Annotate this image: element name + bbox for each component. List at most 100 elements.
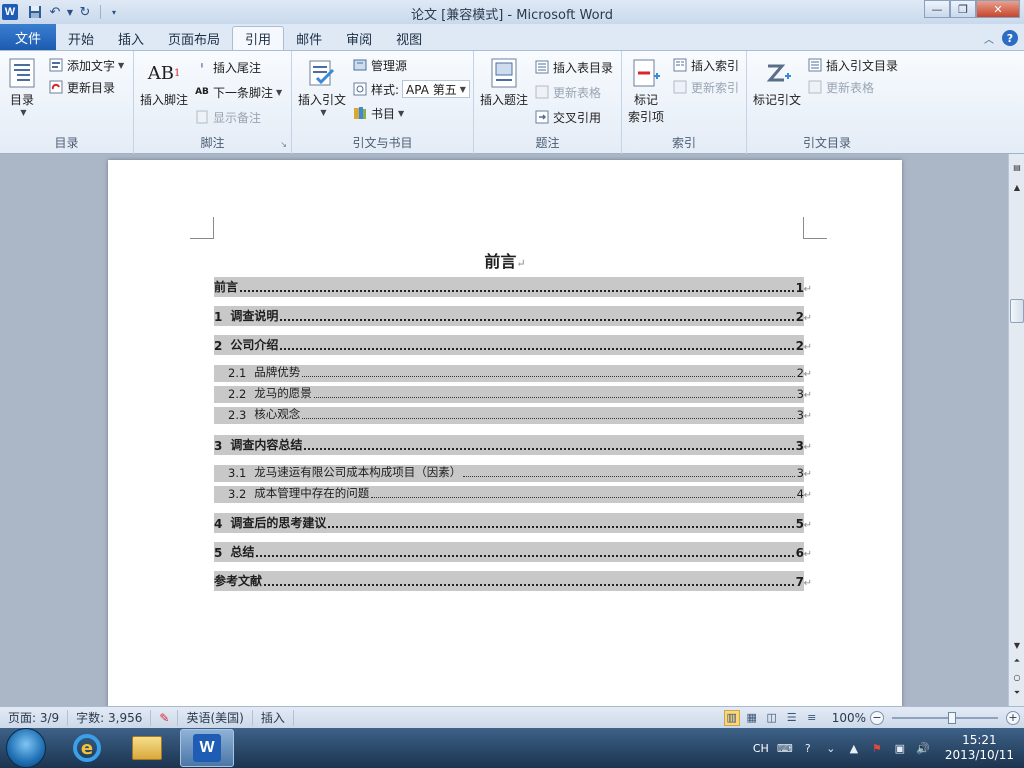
zoom-out-button[interactable]: − <box>870 710 884 725</box>
language-indicator[interactable]: 英语(美国) <box>178 709 253 726</box>
save-icon[interactable] <box>26 3 44 21</box>
taskbar-explorer[interactable] <box>120 729 174 767</box>
tab-file[interactable]: 文件 <box>0 24 56 50</box>
draft-view-icon[interactable]: ≡ <box>804 710 820 726</box>
tab-page-layout[interactable]: 页面布局 <box>156 26 232 50</box>
help-icon[interactable]: ? <box>1002 30 1018 46</box>
insert-toa-button[interactable]: 插入引文目录 <box>807 55 898 75</box>
close-button[interactable]: ✕ <box>976 0 1020 18</box>
footnote-dialog-launcher-icon[interactable]: ↘ <box>280 140 287 149</box>
insert-citation-button[interactable]: 插入引文 ▼ <box>298 57 346 117</box>
insert-mode-indicator[interactable]: 插入 <box>253 709 294 726</box>
next-footnote-button[interactable]: AB 下一条脚注 ▼ <box>194 82 282 102</box>
start-button[interactable] <box>6 728 46 768</box>
browse-object-icon[interactable]: ○ <box>1010 670 1024 684</box>
paragraph-mark: ↵ <box>803 411 812 422</box>
bibliography-button[interactable]: 书目 ▼ <box>352 103 404 123</box>
zoom-in-button[interactable]: + <box>1006 710 1020 725</box>
customize-toolbar-icon[interactable]: ▾ <box>105 3 123 21</box>
toc-entry[interactable]: 2.1 品牌优势 2 ↵ <box>214 365 812 382</box>
collapse-ribbon-icon[interactable]: ︿ <box>984 31 994 46</box>
tab-insert[interactable]: 插入 <box>106 26 156 50</box>
toc-entry[interactable]: 参考文献 7 ↵ <box>214 571 812 591</box>
tab-home[interactable]: 开始 <box>56 26 106 50</box>
taskbar-ie[interactable]: e <box>60 729 114 767</box>
mark-entry-button[interactable]: 标记 索引项 <box>628 57 664 125</box>
manage-sources-button[interactable]: 管理源 <box>352 55 407 75</box>
tab-mailings[interactable]: 邮件 <box>284 26 334 50</box>
toc-entry[interactable]: 2.2 龙马的愿景 3 ↵ <box>214 386 812 403</box>
insert-endnote-button[interactable]: ⁱ 插入尾注 <box>194 57 261 77</box>
proofing-status[interactable]: ✎ <box>151 709 179 726</box>
update-toc-button[interactable]: 更新目录 <box>48 77 115 97</box>
toc-leader-dots <box>328 526 794 528</box>
ime-indicator[interactable]: CH <box>753 742 769 755</box>
show-hidden-icons[interactable]: ▲ <box>847 741 861 755</box>
next-page-icon[interactable]: ⏷ <box>1010 686 1024 700</box>
insert-caption-button[interactable]: 插入题注 <box>480 57 528 108</box>
style-dropdown[interactable]: APA 第五 ▼ <box>402 80 470 98</box>
toc-entry[interactable]: 5 总结 6 ↵ <box>214 542 812 562</box>
ruler-toggle-icon[interactable]: ▤ <box>1010 160 1024 174</box>
undo-dropdown-icon[interactable]: ▼ <box>66 3 74 21</box>
minimize-button[interactable]: — <box>924 0 950 18</box>
scrollbar-thumb[interactable] <box>1010 299 1024 323</box>
toc-entry[interactable]: 4 调查后的思考建议 5 ↵ <box>214 513 812 533</box>
previous-page-icon[interactable]: ⏶ <box>1010 654 1024 668</box>
word-app-icon[interactable]: W <box>2 4 18 20</box>
toc-entry[interactable]: 1 调查说明 2 ↵ <box>214 306 812 326</box>
toc-entry[interactable]: 3.2 成本管理中存在的问题 4 ↵ <box>214 486 812 503</box>
network-icon[interactable]: ▣ <box>893 741 907 755</box>
undo-icon[interactable]: ↶ <box>46 3 64 21</box>
scroll-up-icon[interactable]: ▲ <box>1010 180 1024 194</box>
show-notes-button[interactable]: 显示备注 <box>194 107 261 127</box>
keyboard-icon[interactable]: ⌨ <box>777 741 793 755</box>
print-layout-view-icon[interactable]: ▥ <box>723 709 740 726</box>
insert-index-button[interactable]: 插入索引 <box>672 55 739 75</box>
help-tray-icon[interactable]: ? <box>801 741 815 755</box>
page-count[interactable]: 页面: 3/9 <box>0 709 69 726</box>
style-selector[interactable]: 样式: APA 第五 ▼ <box>352 79 470 99</box>
add-text-button[interactable]: 添加文字 ▼ <box>48 55 124 75</box>
cross-reference-button[interactable]: 交叉引用 <box>534 107 601 127</box>
toc-entry-number: 5 <box>214 546 223 560</box>
tab-view[interactable]: 视图 <box>384 26 434 50</box>
redo-icon[interactable]: ↻ <box>76 3 94 21</box>
clock[interactable]: 15:21 2013/10/11 <box>945 733 1014 763</box>
scroll-down-icon[interactable]: ▼ <box>1010 638 1024 652</box>
toc-entry[interactable]: 前言 1 ↵ <box>214 277 812 297</box>
cross-reference-label: 交叉引用 <box>553 110 602 125</box>
quick-access-toolbar: W ↶ ▼ ↻ ▾ <box>0 0 125 24</box>
insert-table-of-figures-button[interactable]: 插入表目录 <box>534 57 613 77</box>
zoom-slider[interactable] <box>892 711 998 725</box>
toc-entry[interactable]: 3 调查内容总结 3 ↵ <box>214 435 812 455</box>
ime-options-icon[interactable]: ⌄ <box>824 741 838 755</box>
update-table-icon <box>534 84 550 100</box>
mark-citation-button[interactable]: 标记引文 <box>753 57 801 108</box>
full-screen-reading-view-icon[interactable]: ▦ <box>744 710 760 726</box>
style-value: APA 第五 <box>406 82 457 97</box>
toc-entry[interactable]: 2.3 核心观念 3 ↵ <box>214 407 812 424</box>
word-count[interactable]: 字数: 3,956 <box>68 709 152 726</box>
tab-references[interactable]: 引用 <box>232 26 285 50</box>
update-index-button[interactable]: 更新索引 <box>672 77 739 97</box>
toc-entry[interactable]: 2 公司介绍 2 ↵ <box>214 335 812 355</box>
taskbar-word[interactable]: W <box>180 729 234 767</box>
maximize-button[interactable]: ❐ <box>950 0 976 18</box>
volume-icon[interactable]: 🔊 <box>916 741 930 755</box>
update-table-button[interactable]: 更新表格 <box>534 82 601 102</box>
action-center-flag-icon[interactable]: ⚑ <box>870 741 884 755</box>
outline-view-icon[interactable]: ☰ <box>784 710 800 726</box>
tab-review[interactable]: 审阅 <box>334 26 384 50</box>
toc-button[interactable]: 目录 ▼ <box>6 57 38 117</box>
window-controls: — ❐ ✕ <box>924 0 1020 18</box>
update-toa-button[interactable]: 更新表格 <box>807 77 874 97</box>
document-page[interactable]: 前言↵ 前言 1 ↵ 1 调查说明 2 ↵ 2 公司介绍 2 ↵ 2.1 品牌优势 2 ↵ 2.2 龙马的愿景 3… <box>108 160 902 706</box>
web-layout-view-icon[interactable]: ◫ <box>764 710 780 726</box>
zoom-knob[interactable] <box>948 711 956 724</box>
vertical-scrollbar[interactable]: ▤ ▲ ▼ ⏶ ○ ⏷ <box>1008 154 1024 706</box>
zoom-track <box>892 716 998 719</box>
zoom-level[interactable]: 100% <box>832 711 866 725</box>
insert-footnote-button[interactable]: AB 1 插入脚注 <box>140 57 188 108</box>
toc-entry[interactable]: 3.1 龙马速运有限公司成本构成项目（因素） 3 ↵ <box>214 465 812 482</box>
